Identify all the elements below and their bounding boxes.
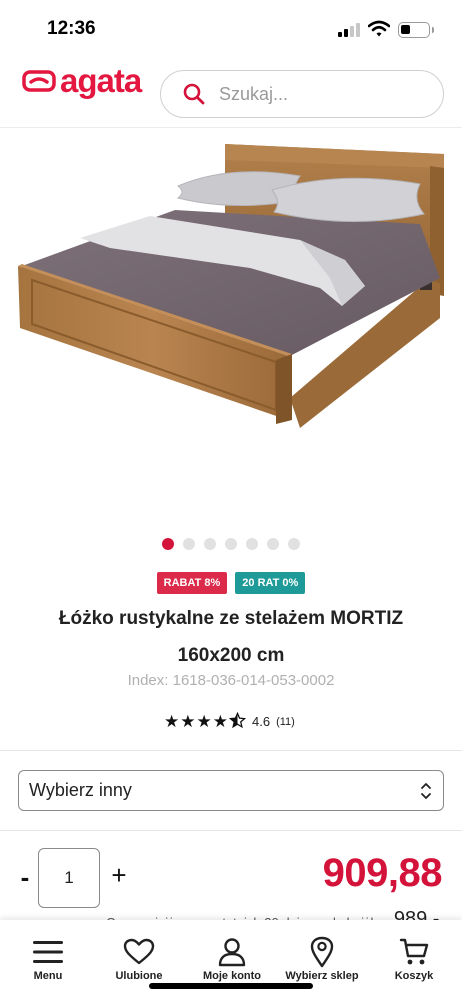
- location-pin-icon: [305, 936, 339, 968]
- search-input[interactable]: [219, 83, 419, 105]
- carousel-dot-7[interactable]: [288, 538, 300, 550]
- logo-text: agata: [60, 62, 142, 99]
- nav-account[interactable]: Moje konto: [196, 920, 268, 988]
- cart-icon: [397, 936, 431, 968]
- variant-select-label: Wybierz inny: [29, 780, 132, 800]
- rating-count: (11): [276, 715, 295, 728]
- heart-icon: [122, 936, 156, 968]
- nav-cart-label: Koszyk: [394, 970, 434, 982]
- search-bar[interactable]: [160, 70, 444, 118]
- nav-favorites-label: Ulubione: [115, 970, 163, 982]
- divider: [0, 830, 462, 831]
- nav-menu-label: Menu: [33, 970, 63, 982]
- user-icon: [215, 936, 249, 968]
- carousel-dot-5[interactable]: [246, 538, 258, 550]
- carousel-dot-4[interactable]: [225, 538, 237, 550]
- nav-account-label: Moje konto: [202, 970, 262, 982]
- product-image[interactable]: [0, 128, 462, 528]
- promo-badges: RABAT 8% 20 RAT 0%: [0, 572, 462, 594]
- product-rating[interactable]: ★ ★ ★ ★ 4.6 (11): [164, 712, 295, 731]
- variant-select[interactable]: Wybierz inny: [18, 770, 444, 811]
- star-full-icon: ★: [164, 712, 180, 731]
- chevron-up-down-icon: [421, 783, 431, 799]
- carousel-dot-6[interactable]: [267, 538, 279, 550]
- nav-menu[interactable]: Menu: [18, 920, 78, 988]
- cellular-signal-icon: [338, 23, 360, 37]
- wifi-icon: [368, 20, 390, 37]
- star-full-icon: ★: [196, 712, 212, 731]
- carousel-dot-1[interactable]: [162, 538, 174, 550]
- nav-favorites[interactable]: Ulubione: [104, 920, 174, 988]
- nav-cart[interactable]: Koszyk: [386, 920, 442, 988]
- search-icon: [183, 83, 205, 105]
- rating-stars: ★ ★ ★ ★: [164, 712, 246, 731]
- app-header: agata: [0, 58, 462, 128]
- rating-value: 4.6: [252, 714, 271, 729]
- home-indicator: [149, 983, 313, 989]
- carousel-dot-3[interactable]: [204, 538, 216, 550]
- battery-icon: [398, 22, 434, 38]
- discount-badge: RABAT 8%: [156, 572, 228, 594]
- star-half-icon: [229, 712, 246, 729]
- status-bar: 12:36: [0, 0, 462, 58]
- quantity-increase-button[interactable]: +: [108, 860, 130, 891]
- nav-store-locator-label: Wybierz sklep: [285, 970, 359, 982]
- star-full-icon: ★: [180, 712, 196, 731]
- quantity-input[interactable]: 1: [38, 848, 100, 908]
- status-time: 12:36: [47, 18, 96, 39]
- nav-store-locator[interactable]: Wybierz sklep: [284, 920, 360, 988]
- menu-icon: [31, 936, 65, 968]
- divider: [0, 750, 462, 751]
- quantity-decrease-button[interactable]: -: [16, 862, 34, 893]
- carousel-dots: [0, 538, 462, 550]
- installments-badge: 20 RAT 0%: [235, 572, 306, 594]
- product-price: 909,88: [322, 851, 443, 895]
- agata-logo[interactable]: agata: [22, 62, 142, 99]
- product-title: Łóżko rustykalne ze stelażem MORTIZ 160x…: [58, 608, 404, 666]
- star-full-icon: ★: [212, 712, 228, 731]
- sofa-logo-icon: [22, 69, 56, 92]
- product-index: Index: 1618-036-014-053-0002: [127, 672, 335, 689]
- carousel-dot-2[interactable]: [183, 538, 195, 550]
